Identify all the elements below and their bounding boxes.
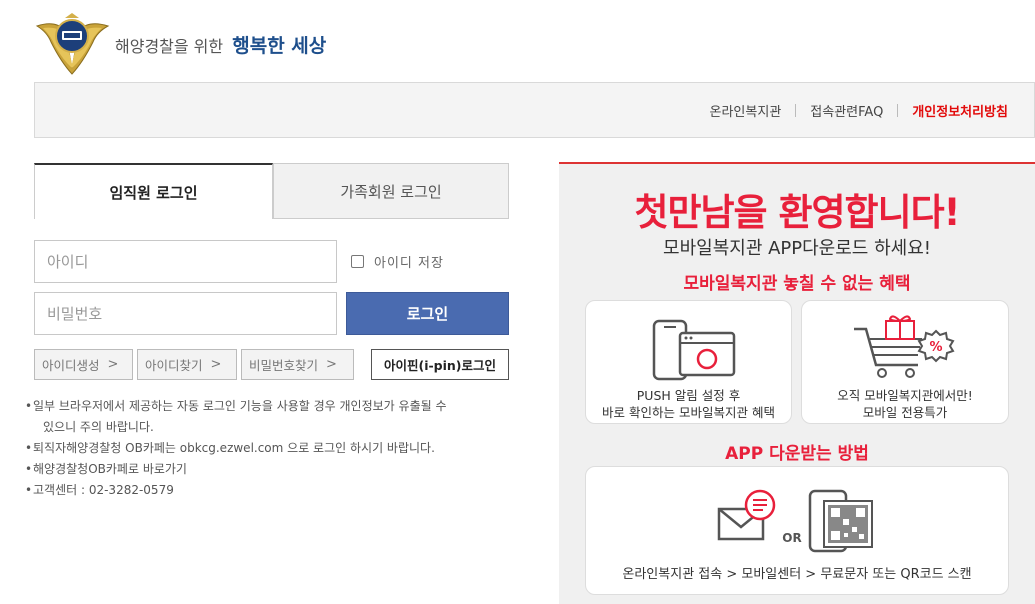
download-card: OR 온라인복지관 접속 > 모바일센터 > 무료문자 또는 QR코드 스캔 bbox=[585, 466, 1009, 595]
create-id-button[interactable]: 아이디생성 > bbox=[34, 349, 133, 380]
id-input[interactable] bbox=[34, 240, 337, 283]
topnav-privacy-policy[interactable]: 개인정보처리방침 bbox=[912, 101, 1008, 120]
login-button[interactable]: 로그인 bbox=[346, 292, 509, 335]
divider bbox=[897, 104, 899, 117]
push-card-caption: PUSH 알림 설정 후 바로 확인하는 모바일복지관 혜택 bbox=[586, 387, 791, 421]
push-phone-icon bbox=[652, 319, 736, 381]
download-caption: 온라인복지관 접속 > 모바일센터 > 무료문자 또는 QR코드 스캔 bbox=[622, 567, 972, 582]
notice-autologin: 일부 브라우저에서 제공하는 자동 로그인 기능을 사용할 경우 개인정보가 유… bbox=[25, 396, 517, 417]
login-tabs: 임직원 로그인 가족회원 로그인 bbox=[34, 163, 509, 219]
promo-panel: 첫만남을 환영합니다! 모바일복지관 APP다운로드 하세요! 모바일복지관 놓… bbox=[559, 162, 1035, 604]
qr-phone-icon bbox=[808, 489, 873, 553]
save-id-checkbox[interactable]: 아이디 저장 bbox=[351, 252, 444, 271]
checkbox-icon[interactable] bbox=[351, 255, 364, 268]
ipin-login-button[interactable]: 아이핀(i-pin)로그인 bbox=[371, 349, 509, 380]
download-heading: APP 다운받는 방법 bbox=[725, 444, 869, 464]
save-id-label: 아이디 저장 bbox=[374, 256, 444, 271]
or-label-icon: OR bbox=[782, 531, 801, 545]
push-card-line1: PUSH 알림 설정 후 bbox=[636, 388, 741, 403]
sale-card-caption: 오직 모바일복지관에서만! 모바일 전용특가 bbox=[802, 387, 1008, 421]
find-id-label: 아이디찾기 bbox=[145, 358, 203, 373]
divider bbox=[795, 104, 797, 117]
find-password-label: 비밀번호찾기 bbox=[249, 358, 319, 373]
chevron-right-icon: > bbox=[326, 357, 337, 372]
push-card-line2: 바로 확인하는 모바일복지관 혜택 bbox=[602, 405, 775, 420]
topnav-online-welfare[interactable]: 온라인복지관 bbox=[710, 101, 782, 120]
chevron-right-icon: > bbox=[107, 357, 119, 372]
svg-text:%: % bbox=[929, 340, 942, 355]
brand-prefix: 해양경찰을 위한 bbox=[115, 37, 224, 56]
tab-family-login[interactable]: 가족회원 로그인 bbox=[273, 163, 509, 219]
topnav-faq[interactable]: 접속관련FAQ bbox=[810, 101, 883, 120]
notice-list: 일부 브라우저에서 제공하는 자동 로그인 기능을 사용할 경우 개인정보가 유… bbox=[25, 396, 517, 501]
police-emblem-icon bbox=[35, 13, 110, 75]
password-input[interactable] bbox=[34, 292, 337, 335]
benefit-card-push: PUSH 알림 설정 후 바로 확인하는 모바일복지관 혜택 bbox=[585, 300, 792, 424]
promo-subtitle: 모바일복지관 APP다운로드 하세요! bbox=[663, 238, 931, 259]
top-nav: 온라인복지관 접속관련FAQ 개인정보처리방침 bbox=[710, 101, 1008, 120]
chevron-right-icon: > bbox=[210, 357, 222, 372]
brand-slogan: 해양경찰을 위한 행복한 세상 bbox=[115, 31, 326, 58]
create-id-label: 아이디생성 bbox=[42, 358, 100, 373]
benefits-heading: 모바일복지관 놓칠 수 없는 혜택 bbox=[683, 274, 911, 294]
notice-retiree: 퇴직자해양경찰청 OB카페는 obkcg.ezwel.com 으로 로그인 하시… bbox=[25, 438, 517, 459]
promo-title: 첫만남을 환영합니다! bbox=[634, 191, 960, 234]
sale-card-line1: 오직 모바일복지관에서만! bbox=[837, 388, 973, 403]
ob-cafe-link[interactable]: 해양경찰청OB카페로 바로가기 bbox=[25, 459, 517, 480]
sale-cart-icon: % bbox=[854, 315, 955, 378]
tab-employee-login[interactable]: 임직원 로그인 bbox=[34, 163, 273, 219]
notice-autologin-cont: 있으니 주의 바랍니다. bbox=[43, 420, 154, 434]
sale-card-line2: 모바일 전용특가 bbox=[862, 405, 948, 420]
top-bar: 온라인복지관 접속관련FAQ 개인정보처리방침 bbox=[34, 82, 1035, 138]
brand-highlight: 행복한 세상 bbox=[232, 35, 327, 57]
or-label: OR bbox=[782, 531, 801, 545]
sms-envelope-icon bbox=[717, 489, 776, 541]
find-id-button[interactable]: 아이디찾기 > bbox=[137, 349, 237, 380]
benefit-card-sale: % 오직 모바일복지관에서만! 모바일 전용특가 bbox=[801, 300, 1009, 424]
find-password-button[interactable]: 비밀번호찾기 > bbox=[241, 349, 354, 380]
customer-center: 고객센터 : 02-3282-0579 bbox=[25, 480, 517, 501]
